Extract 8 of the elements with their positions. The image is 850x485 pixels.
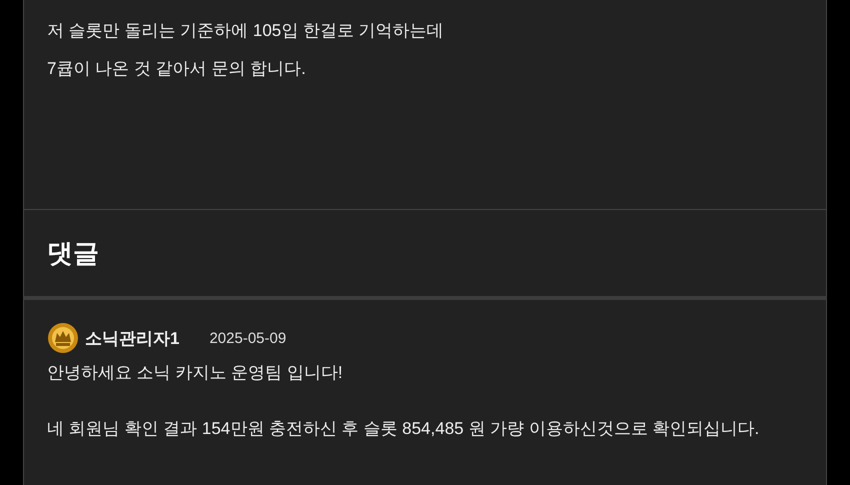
badge-icon bbox=[47, 322, 79, 354]
comment-text: 네 회원님 확인 결과 154만원 충전하신 후 슬롯 854,485 원 가량 이용하신것으로 확인되십니다. bbox=[47, 418, 760, 440]
section-title: 댓글 bbox=[47, 236, 99, 270]
comment-text: 안녕하세요 소닉 카지노 운영팀 입니다! bbox=[47, 362, 344, 384]
post-text: 저 슬롯만 돌리는 기준하에 105입 한걸로 기억하는데 bbox=[47, 20, 445, 42]
post-text: 7큡이 나온 것 같아서 문의 합니다. bbox=[47, 58, 307, 80]
author-name: 소닉관리자1 bbox=[85, 328, 180, 350]
comment-date: 2025-05-09 bbox=[209, 330, 286, 346]
